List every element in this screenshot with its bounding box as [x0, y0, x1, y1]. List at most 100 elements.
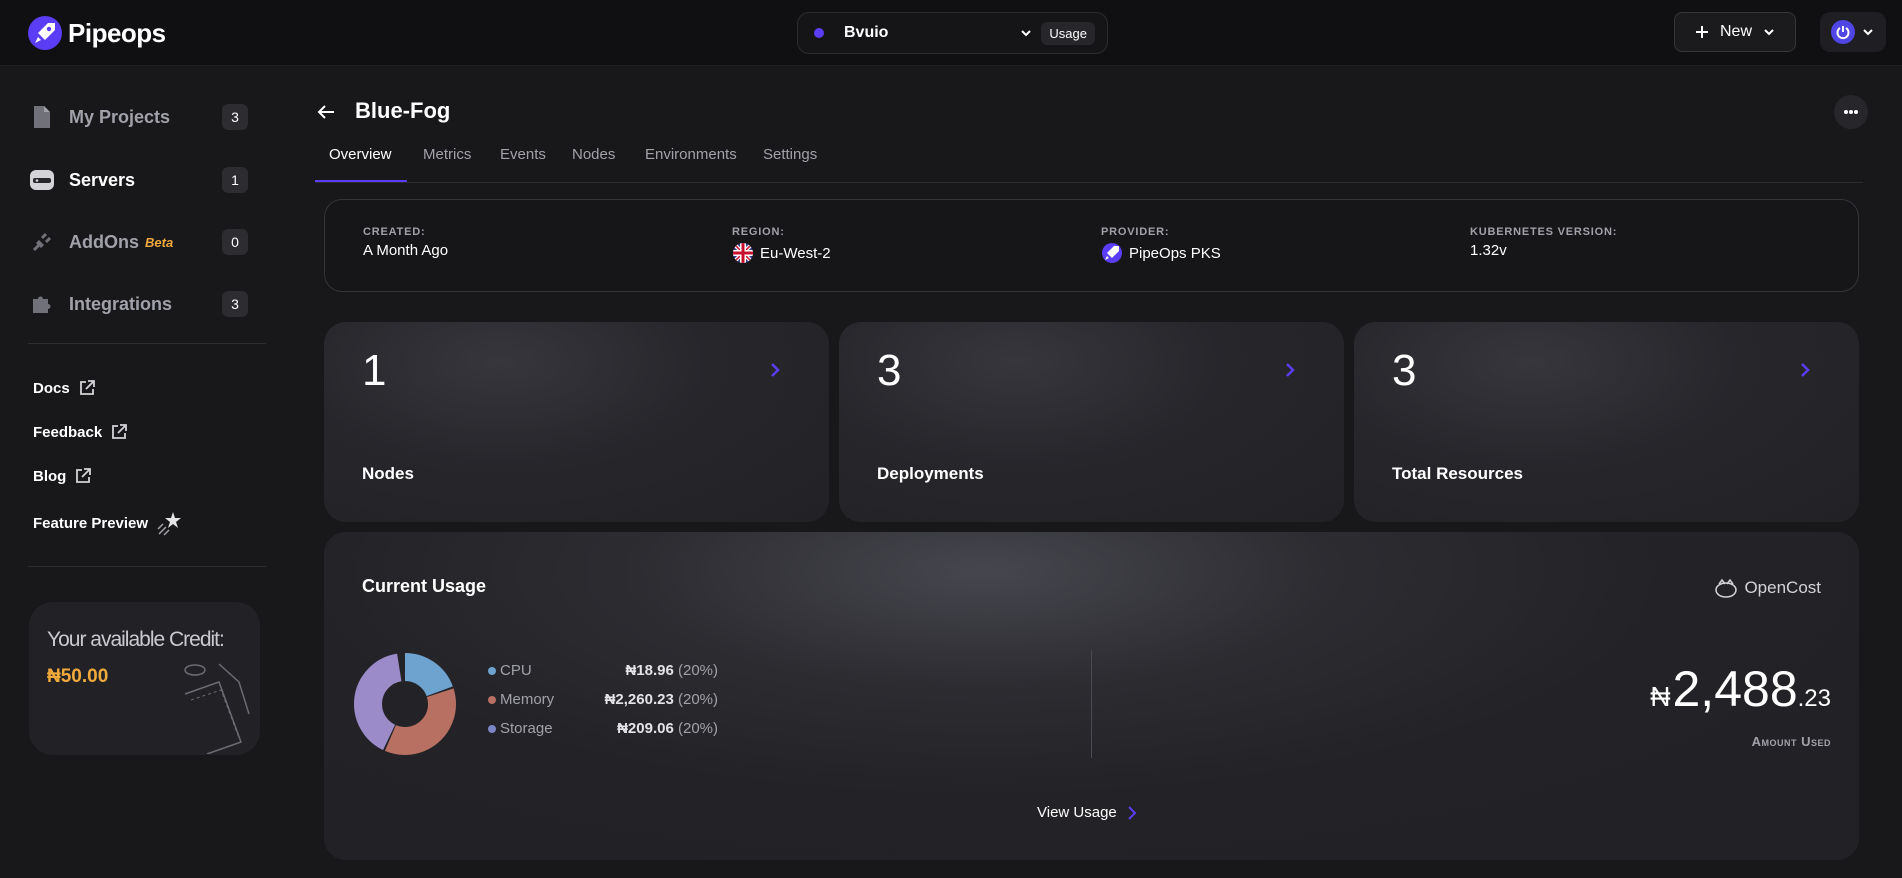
server-icon [28, 166, 56, 194]
shooting-star-icon [157, 512, 182, 536]
chevron-right-icon [1286, 363, 1295, 377]
sidebar: My Projects 3 Servers 1 AddOns Beta 0 In… [0, 66, 290, 878]
credit-value: ₦50.00 [47, 666, 109, 687]
puzzle-icon [28, 290, 56, 318]
stat-value: 3 [1392, 346, 1417, 395]
usage-title: Current Usage [362, 576, 487, 596]
usage-legend: CPU ₦18.96 (20%) Memory ₦2,260.23 (20%) … [488, 662, 718, 749]
legend-percent: (20%) [677, 720, 718, 737]
chevron-down-icon [1863, 29, 1873, 36]
sidebar-item-addons[interactable]: AddOns Beta 0 [28, 224, 248, 260]
active-tab-indicator [315, 180, 407, 182]
usage-button[interactable]: Usage [1041, 21, 1095, 45]
kubernetes-label: KUBERNETES VERSION: [1470, 226, 1618, 238]
legend-dot [488, 667, 496, 675]
new-button[interactable]: New [1674, 12, 1796, 52]
feature-preview-label: Feature Preview [33, 514, 149, 532]
provider-info: PROVIDER: PipeOps PKS [1101, 226, 1221, 264]
sidebar-item-servers[interactable]: Servers 1 [28, 162, 248, 198]
sidebar-item-label: AddOns [69, 231, 139, 252]
top-bar: Pipeops Bvuio Usage New [0, 0, 1902, 66]
amount-decimal: .23 [1797, 685, 1831, 712]
amount-used-value: ₦ 2,488 .23 [1650, 660, 1831, 718]
opencost-logo-icon [1715, 578, 1738, 598]
power-icon [1836, 26, 1850, 40]
sidebar-item-integrations[interactable]: Integrations 3 [28, 286, 248, 322]
legend-row-memory: Memory ₦2,260.23 (20%) [488, 691, 718, 720]
feedback-link-label: Feedback [33, 423, 103, 441]
usage-donut-chart [354, 653, 456, 755]
stat-card-nodes[interactable]: 1 Nodes [324, 322, 829, 522]
sidebar-item-label: My Projects [69, 106, 171, 127]
credit-card: Your available Credit: ₦50.00 [29, 602, 260, 755]
tab-environments[interactable]: Environments [645, 146, 737, 163]
docs-link-label: Docs [33, 379, 70, 397]
count-badge: 1 [222, 167, 248, 193]
back-arrow-icon[interactable] [314, 100, 338, 124]
tab-bar: Overview Metrics Events Nodes Environmen… [315, 138, 1863, 183]
sidebar-item-my-projects[interactable]: My Projects 3 [28, 99, 248, 135]
server-info-card: CREATED: A Month Ago REGION: Eu-West-2 P… [324, 199, 1859, 292]
external-link-icon [112, 424, 128, 439]
blog-link-label: Blog [33, 467, 67, 485]
external-link-icon [79, 380, 95, 395]
docs-link[interactable]: Docs [33, 379, 96, 397]
stat-card-deployments[interactable]: 3 Deployments [839, 322, 1344, 522]
region-info: REGION: Eu-West-2 [732, 226, 831, 264]
view-usage-link[interactable]: View Usage [1037, 804, 1137, 821]
kubernetes-info: KUBERNETES VERSION: 1.32v [1470, 226, 1617, 259]
provider-value: PipeOps PKS [1129, 244, 1221, 262]
plug-icon [28, 228, 56, 256]
feature-preview-link[interactable]: Feature Preview [33, 510, 182, 536]
created-label: CREATED: [363, 226, 426, 238]
current-usage-card: Current Usage OpenCost CPU ₦18.96 (20%) … [324, 532, 1859, 860]
sidebar-divider [28, 566, 266, 567]
tab-metrics[interactable]: Metrics [423, 146, 471, 163]
chevron-down-icon [1764, 29, 1774, 36]
sidebar-item-label: Integrations [69, 293, 173, 314]
kubernetes-value: 1.32v [1470, 242, 1507, 259]
legend-percent: (20%) [677, 662, 718, 679]
created-info: CREATED: A Month Ago [363, 226, 448, 259]
wallet-illustration-icon [184, 663, 250, 754]
org-status-dot [814, 28, 824, 38]
usage-divider [1091, 650, 1092, 758]
tab-settings[interactable]: Settings [763, 146, 817, 163]
legend-name: Memory [500, 691, 555, 708]
provider-label: PROVIDER: [1101, 226, 1170, 238]
legend-name: Storage [500, 720, 553, 737]
tab-events[interactable]: Events [500, 146, 546, 163]
legend-amount: ₦18.96 [625, 662, 674, 679]
legend-dot [488, 696, 496, 704]
legend-row-storage: Storage ₦209.06 (20%) [488, 720, 718, 749]
chevron-down-icon [1021, 30, 1032, 37]
chevron-right-icon [771, 363, 780, 377]
legend-amount: ₦2,260.23 [604, 691, 674, 708]
more-options-button[interactable] [1834, 95, 1868, 129]
file-icon [28, 103, 56, 131]
tab-nodes[interactable]: Nodes [572, 146, 615, 163]
chevron-right-icon [1128, 805, 1137, 820]
region-label: REGION: [732, 226, 785, 238]
brand-logo[interactable]: Pipeops [28, 16, 166, 50]
stat-value: 1 [362, 346, 387, 395]
legend-row-cpu: CPU ₦18.96 (20%) [488, 662, 718, 691]
count-badge: 0 [222, 229, 248, 255]
stat-label: Total Resources [1392, 464, 1524, 483]
user-menu-button[interactable] [1820, 12, 1886, 52]
organization-selector[interactable]: Bvuio Usage [797, 12, 1108, 54]
sidebar-divider [28, 343, 266, 344]
pipeops-logo-icon [1102, 243, 1122, 263]
blog-link[interactable]: Blog [33, 467, 92, 485]
amount-used-label: Amount Used [1751, 734, 1831, 749]
external-link-icon [76, 468, 92, 483]
region-value: Eu-West-2 [760, 244, 831, 262]
legend-dot [488, 725, 496, 733]
page-title: Blue-Fog [355, 98, 451, 123]
stat-value: 3 [877, 346, 902, 395]
tab-overview[interactable]: Overview [329, 146, 392, 163]
plus-icon [1695, 26, 1708, 38]
stat-card-total-resources[interactable]: 3 Total Resources [1354, 322, 1859, 522]
feedback-link[interactable]: Feedback [33, 423, 128, 441]
sidebar-item-label: Servers [69, 169, 136, 190]
